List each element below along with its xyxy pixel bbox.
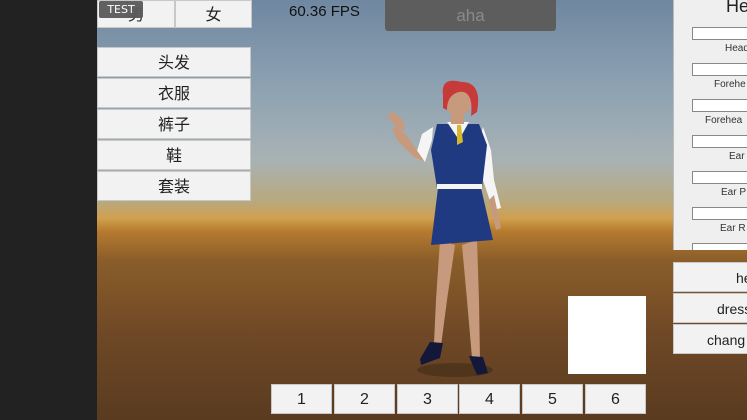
fps-counter: 60.36 FPS xyxy=(289,3,360,20)
number-button-3[interactable]: 3 xyxy=(397,384,458,414)
number-button-5[interactable]: 5 xyxy=(522,384,583,414)
head-button[interactable]: he xyxy=(673,262,747,292)
forehead-2-field[interactable] xyxy=(692,99,747,112)
female-button[interactable]: 女 xyxy=(175,0,252,28)
ear-r-label: Ear R xyxy=(720,223,746,234)
forehead-2-label: Forehea xyxy=(705,115,743,126)
test-badge: TEST xyxy=(99,1,143,18)
head-settings-panel: He Head Forehe Forehea Ear Ear P Ear R xyxy=(673,0,747,250)
ear-p-field[interactable] xyxy=(692,171,747,184)
preview-box xyxy=(568,296,646,374)
ear-field[interactable] xyxy=(692,135,747,148)
ear-p-label: Ear P xyxy=(721,187,747,198)
panel-title: He xyxy=(726,0,747,16)
hair-button[interactable]: 头发 xyxy=(97,47,251,77)
outfit-button[interactable]: 套装 xyxy=(97,171,251,201)
head-field[interactable] xyxy=(692,27,747,40)
clothes-button[interactable]: 衣服 xyxy=(97,78,251,108)
forehead-field[interactable] xyxy=(692,63,747,76)
number-button-1[interactable]: 1 xyxy=(271,384,332,414)
number-button-4[interactable]: 4 xyxy=(459,384,520,414)
aha-button[interactable]: aha xyxy=(385,0,556,31)
next-field[interactable] xyxy=(692,243,747,250)
dress-button[interactable]: dress xyxy=(673,293,747,323)
game-screen: TEST 男 女 头发 衣服 裤子 鞋 套装 60.36 FPS aha 1 2… xyxy=(0,0,747,420)
shoes-button[interactable]: 鞋 xyxy=(97,140,251,170)
ear-label: Ear xyxy=(729,151,745,162)
pants-button[interactable]: 裤子 xyxy=(97,109,251,139)
forehead-label: Forehe xyxy=(714,79,746,90)
number-button-2[interactable]: 2 xyxy=(334,384,395,414)
head-label: Head xyxy=(725,43,747,54)
number-button-6[interactable]: 6 xyxy=(585,384,646,414)
change-button[interactable]: chang xyxy=(673,324,747,354)
ear-r-field[interactable] xyxy=(692,207,747,220)
left-dark-panel xyxy=(0,0,97,420)
